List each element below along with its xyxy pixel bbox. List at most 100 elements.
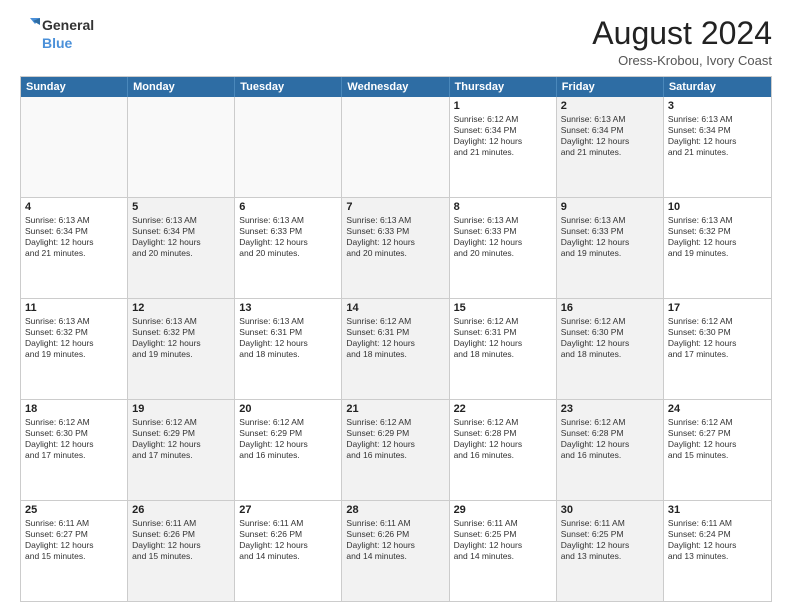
cell-text: Sunrise: 6:12 AMSunset: 6:28 PMDaylight:…: [454, 417, 523, 460]
day-number: 19: [132, 403, 230, 415]
day-number: 17: [668, 302, 767, 314]
week-row-5: 25 Sunrise: 6:11 AMSunset: 6:27 PMDayligh…: [21, 500, 771, 601]
cell-text: Sunrise: 6:13 AMSunset: 6:34 PMDaylight:…: [132, 215, 201, 258]
cell-text: Sunrise: 6:13 AMSunset: 6:34 PMDaylight:…: [25, 215, 94, 258]
table-row: 23 Sunrise: 6:12 AMSunset: 6:28 PMDayligh…: [557, 400, 664, 500]
day-number: 8: [454, 201, 552, 213]
cell-text: Sunrise: 6:13 AMSunset: 6:34 PMDaylight:…: [561, 114, 630, 157]
day-number: 21: [346, 403, 444, 415]
table-row: 10Sunrise: 6:13 AMSunset: 6:32 PMDayligh…: [664, 198, 771, 298]
calendar: Sunday Monday Tuesday Wednesday Thursday…: [20, 76, 772, 602]
table-row: 30Sunrise: 6:11 AMSunset: 6:25 PMDayligh…: [557, 501, 664, 601]
cell-text: Sunrise: 6:12 AMSunset: 6:30 PMDaylight:…: [25, 417, 94, 460]
cell-text: Sunrise: 6:12 AMSunset: 6:28 PMDaylight:…: [561, 417, 630, 460]
cell-text: Sunrise: 6:13 AMSunset: 6:32 PMDaylight:…: [25, 316, 94, 359]
day-number: 10: [668, 201, 767, 213]
day-number: 9: [561, 201, 659, 213]
table-row: 19Sunrise: 6:12 AMSunset: 6:29 PMDayligh…: [128, 400, 235, 500]
day-number: 6: [239, 201, 337, 213]
cell-text: Sunrise: 6:11 AMSunset: 6:26 PMDaylight:…: [346, 518, 415, 561]
table-row: 31 Sunrise: 6:11 AMSunset: 6:24 PMDayligh…: [664, 501, 771, 601]
table-row: 16Sunrise: 6:12 AMSunset: 6:30 PMDayligh…: [557, 299, 664, 399]
header-monday: Monday: [128, 77, 235, 97]
day-number: 2: [561, 100, 659, 112]
table-row: [21, 97, 128, 197]
cell-text: Sunrise: 6:11 AMSunset: 6:24 PMDaylight:…: [668, 518, 737, 561]
main-title: August 2024: [592, 16, 772, 51]
table-row: 8Sunrise: 6:13 AMSunset: 6:33 PMDaylight…: [450, 198, 557, 298]
cell-text: Sunrise: 6:12 AMSunset: 6:31 PMDaylight:…: [454, 316, 523, 359]
calendar-body: 1 Sunrise: 6:12 AMSunset: 6:34 PMDaylight…: [21, 97, 771, 601]
table-row: [342, 97, 449, 197]
table-row: 11 Sunrise: 6:13 AMSunset: 6:32 PMDayligh…: [21, 299, 128, 399]
day-number: 1: [454, 100, 552, 112]
cell-text: Sunrise: 6:11 AMSunset: 6:26 PMDaylight:…: [239, 518, 308, 561]
logo: General Blue: [20, 16, 94, 51]
table-row: 27 Sunrise: 6:11 AMSunset: 6:26 PMDayligh…: [235, 501, 342, 601]
table-row: 12 Sunrise: 6:13 AMSunset: 6:32 PMDayligh…: [128, 299, 235, 399]
cell-text: Sunrise: 6:12 AMSunset: 6:31 PMDaylight:…: [346, 316, 415, 359]
day-number: 25: [25, 504, 123, 516]
cell-text: Sunrise: 6:13 AMSunset: 6:31 PMDaylight:…: [239, 316, 308, 359]
cell-text: Sunrise: 6:12 AMSunset: 6:29 PMDaylight:…: [346, 417, 415, 460]
cell-text: Sunrise: 6:12 AMSunset: 6:29 PMDaylight:…: [239, 417, 308, 460]
table-row: 4 Sunrise: 6:13 AMSunset: 6:34 PMDaylight…: [21, 198, 128, 298]
logo-general: General: [42, 18, 94, 33]
day-number: 12: [132, 302, 230, 314]
day-number: 3: [668, 100, 767, 112]
calendar-header: Sunday Monday Tuesday Wednesday Thursday…: [21, 77, 771, 97]
table-row: 22 Sunrise: 6:12 AMSunset: 6:28 PMDayligh…: [450, 400, 557, 500]
cell-text: Sunrise: 6:13 AMSunset: 6:32 PMDaylight:…: [132, 316, 201, 359]
table-row: 28 Sunrise: 6:11 AMSunset: 6:26 PMDayligh…: [342, 501, 449, 601]
table-row: [235, 97, 342, 197]
day-number: 28: [346, 504, 444, 516]
table-row: 7Sunrise: 6:13 AMSunset: 6:33 PMDaylight…: [342, 198, 449, 298]
cell-text: Sunrise: 6:12 AMSunset: 6:34 PMDaylight:…: [454, 114, 523, 157]
cell-text: Sunrise: 6:12 AMSunset: 6:30 PMDaylight:…: [668, 316, 737, 359]
day-number: 5: [132, 201, 230, 213]
day-number: 15: [454, 302, 552, 314]
table-row: 6 Sunrise: 6:13 AMSunset: 6:33 PMDaylight…: [235, 198, 342, 298]
day-number: 14: [346, 302, 444, 314]
day-number: 31: [668, 504, 767, 516]
table-row: 24Sunrise: 6:12 AMSunset: 6:27 PMDayligh…: [664, 400, 771, 500]
table-row: 29Sunrise: 6:11 AMSunset: 6:25 PMDayligh…: [450, 501, 557, 601]
day-number: 22: [454, 403, 552, 415]
table-row: 20Sunrise: 6:12 AMSunset: 6:29 PMDayligh…: [235, 400, 342, 500]
week-row-3: 11 Sunrise: 6:13 AMSunset: 6:32 PMDayligh…: [21, 298, 771, 399]
table-row: 13Sunrise: 6:13 AMSunset: 6:31 PMDayligh…: [235, 299, 342, 399]
table-row: [128, 97, 235, 197]
day-number: 18: [25, 403, 123, 415]
day-number: 27: [239, 504, 337, 516]
table-row: 21 Sunrise: 6:12 AMSunset: 6:29 PMDayligh…: [342, 400, 449, 500]
header-thursday: Thursday: [450, 77, 557, 97]
cell-text: Sunrise: 6:13 AMSunset: 6:33 PMDaylight:…: [239, 215, 308, 258]
header: General Blue August 2024 Oress-Krobou, I…: [20, 16, 772, 68]
day-number: 4: [25, 201, 123, 213]
table-row: 17 Sunrise: 6:12 AMSunset: 6:30 PMDayligh…: [664, 299, 771, 399]
header-sunday: Sunday: [21, 77, 128, 97]
header-saturday: Saturday: [664, 77, 771, 97]
day-number: 24: [668, 403, 767, 415]
cell-text: Sunrise: 6:12 AMSunset: 6:30 PMDaylight:…: [561, 316, 630, 359]
cell-text: Sunrise: 6:11 AMSunset: 6:27 PMDaylight:…: [25, 518, 94, 561]
cell-text: Sunrise: 6:13 AMSunset: 6:33 PMDaylight:…: [346, 215, 415, 258]
table-row: 9Sunrise: 6:13 AMSunset: 6:33 PMDaylight…: [557, 198, 664, 298]
header-tuesday: Tuesday: [235, 77, 342, 97]
week-row-1: 1 Sunrise: 6:12 AMSunset: 6:34 PMDaylight…: [21, 97, 771, 197]
cell-text: Sunrise: 6:11 AMSunset: 6:26 PMDaylight:…: [132, 518, 201, 561]
day-number: 23: [561, 403, 659, 415]
logo-blue: Blue: [42, 36, 94, 51]
table-row: 5 Sunrise: 6:13 AMSunset: 6:34 PMDaylight…: [128, 198, 235, 298]
day-number: 26: [132, 504, 230, 516]
table-row: 18 Sunrise: 6:12 AMSunset: 6:30 PMDayligh…: [21, 400, 128, 500]
cell-text: Sunrise: 6:13 AMSunset: 6:34 PMDaylight:…: [668, 114, 737, 157]
table-row: 14 Sunrise: 6:12 AMSunset: 6:31 PMDayligh…: [342, 299, 449, 399]
cell-text: Sunrise: 6:11 AMSunset: 6:25 PMDaylight:…: [454, 518, 523, 561]
day-number: 30: [561, 504, 659, 516]
table-row: 2 Sunrise: 6:13 AMSunset: 6:34 PMDaylight…: [557, 97, 664, 197]
title-block: August 2024 Oress-Krobou, Ivory Coast: [592, 16, 772, 68]
table-row: 15 Sunrise: 6:12 AMSunset: 6:31 PMDayligh…: [450, 299, 557, 399]
day-number: 11: [25, 302, 123, 314]
page: General Blue August 2024 Oress-Krobou, I…: [0, 0, 792, 612]
